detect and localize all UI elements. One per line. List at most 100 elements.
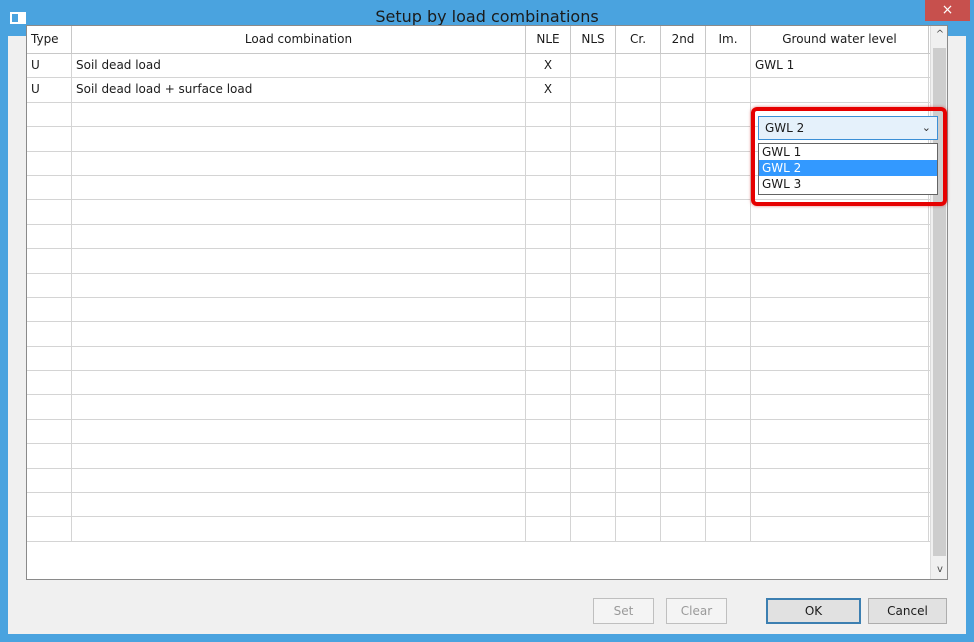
table-row[interactable] bbox=[27, 395, 930, 420]
cell-load-combination[interactable] bbox=[72, 224, 526, 249]
cell-nle[interactable] bbox=[526, 127, 571, 151]
cell-type[interactable] bbox=[27, 297, 72, 322]
cell-cr[interactable] bbox=[616, 468, 661, 493]
cell-type[interactable]: U bbox=[27, 54, 72, 78]
cell-load-combination[interactable] bbox=[72, 371, 526, 395]
cell-type[interactable]: U bbox=[27, 78, 72, 102]
cell-nle[interactable] bbox=[526, 175, 571, 200]
cell-nle[interactable] bbox=[526, 419, 571, 444]
cell-load-combination[interactable] bbox=[72, 127, 526, 151]
table-row[interactable] bbox=[27, 346, 930, 372]
table-row[interactable] bbox=[27, 322, 930, 347]
cell-nle[interactable] bbox=[526, 200, 571, 224]
cell-type[interactable] bbox=[27, 493, 72, 517]
cell-cr[interactable] bbox=[616, 419, 661, 444]
cell-second[interactable] bbox=[661, 78, 706, 102]
cell-type[interactable] bbox=[27, 468, 72, 493]
cell-im[interactable] bbox=[706, 249, 751, 273]
cell-type[interactable] bbox=[27, 444, 72, 468]
cell-nls[interactable] bbox=[571, 102, 616, 127]
header-cr[interactable]: Cr. bbox=[616, 26, 661, 53]
cell-im[interactable] bbox=[706, 468, 751, 493]
cell-second[interactable] bbox=[661, 224, 706, 249]
cell-cr[interactable] bbox=[616, 297, 661, 322]
cell-im[interactable] bbox=[706, 322, 751, 346]
cell-load-combination[interactable] bbox=[72, 517, 526, 541]
cell-second[interactable] bbox=[661, 273, 706, 297]
set-button[interactable]: Set bbox=[593, 598, 654, 624]
cell-second[interactable] bbox=[661, 151, 706, 175]
cell-nls[interactable] bbox=[571, 54, 616, 78]
table-row[interactable] bbox=[27, 468, 930, 494]
cell-gwl[interactable] bbox=[751, 273, 929, 297]
cell-nle[interactable] bbox=[526, 395, 571, 419]
scroll-up-arrow-icon[interactable]: ^ bbox=[931, 26, 947, 44]
cell-nle[interactable] bbox=[526, 444, 571, 468]
table-row[interactable]: U Soil dead load + surface load X bbox=[27, 78, 930, 103]
clear-button[interactable]: Clear bbox=[666, 598, 727, 624]
cell-cr[interactable] bbox=[616, 54, 661, 78]
cell-gwl[interactable] bbox=[751, 493, 929, 517]
cell-gwl[interactable] bbox=[751, 517, 929, 541]
cell-nls[interactable] bbox=[571, 395, 616, 419]
cell-gwl[interactable] bbox=[751, 395, 929, 419]
cell-load-combination[interactable] bbox=[72, 102, 526, 127]
cell-load-combination[interactable] bbox=[72, 468, 526, 493]
cell-nls[interactable] bbox=[571, 517, 616, 541]
cell-im[interactable] bbox=[706, 444, 751, 468]
table-row[interactable] bbox=[27, 273, 930, 298]
cell-second[interactable] bbox=[661, 419, 706, 444]
cell-nle[interactable] bbox=[526, 102, 571, 127]
cell-im[interactable] bbox=[706, 395, 751, 419]
cell-type[interactable] bbox=[27, 346, 72, 371]
cell-type[interactable] bbox=[27, 419, 72, 444]
cell-nls[interactable] bbox=[571, 175, 616, 200]
cell-type[interactable] bbox=[27, 395, 72, 419]
cell-im[interactable] bbox=[706, 371, 751, 395]
cell-im[interactable] bbox=[706, 224, 751, 249]
cell-cr[interactable] bbox=[616, 102, 661, 127]
cell-cr[interactable] bbox=[616, 175, 661, 200]
cell-second[interactable] bbox=[661, 249, 706, 273]
table-row[interactable] bbox=[27, 444, 930, 469]
cell-cr[interactable] bbox=[616, 200, 661, 224]
cell-second[interactable] bbox=[661, 322, 706, 346]
cell-nle[interactable] bbox=[526, 517, 571, 541]
cell-im[interactable] bbox=[706, 151, 751, 175]
cell-load-combination[interactable]: Soil dead load bbox=[72, 54, 526, 78]
cell-load-combination[interactable] bbox=[72, 493, 526, 517]
table-row[interactable] bbox=[27, 371, 930, 396]
cell-im[interactable] bbox=[706, 273, 751, 297]
cell-cr[interactable] bbox=[616, 322, 661, 346]
cell-gwl[interactable] bbox=[751, 371, 929, 395]
table-row[interactable] bbox=[27, 493, 930, 518]
cell-nls[interactable] bbox=[571, 371, 616, 395]
cell-gwl[interactable] bbox=[751, 224, 929, 249]
cell-type[interactable] bbox=[27, 200, 72, 224]
cell-second[interactable] bbox=[661, 371, 706, 395]
close-button[interactable]: × bbox=[925, 0, 970, 21]
cell-nle[interactable] bbox=[526, 468, 571, 493]
cell-cr[interactable] bbox=[616, 273, 661, 297]
cell-gwl[interactable] bbox=[751, 419, 929, 444]
cell-im[interactable] bbox=[706, 297, 751, 322]
cell-type[interactable] bbox=[27, 151, 72, 175]
cell-load-combination[interactable] bbox=[72, 273, 526, 297]
header-type[interactable]: Type bbox=[27, 26, 72, 53]
cell-nle[interactable] bbox=[526, 273, 571, 297]
cell-cr[interactable] bbox=[616, 371, 661, 395]
cell-nls[interactable] bbox=[571, 493, 616, 517]
cell-cr[interactable] bbox=[616, 444, 661, 468]
cell-cr[interactable] bbox=[616, 151, 661, 175]
table-row[interactable] bbox=[27, 297, 930, 323]
cell-nle[interactable] bbox=[526, 249, 571, 273]
cell-cr[interactable] bbox=[616, 249, 661, 273]
cell-type[interactable] bbox=[27, 175, 72, 200]
cell-im[interactable] bbox=[706, 127, 751, 151]
cell-second[interactable] bbox=[661, 346, 706, 371]
cell-nle[interactable] bbox=[526, 224, 571, 249]
cell-im[interactable] bbox=[706, 517, 751, 541]
cell-nle[interactable] bbox=[526, 297, 571, 322]
cell-nle[interactable] bbox=[526, 322, 571, 346]
cell-nls[interactable] bbox=[571, 346, 616, 371]
